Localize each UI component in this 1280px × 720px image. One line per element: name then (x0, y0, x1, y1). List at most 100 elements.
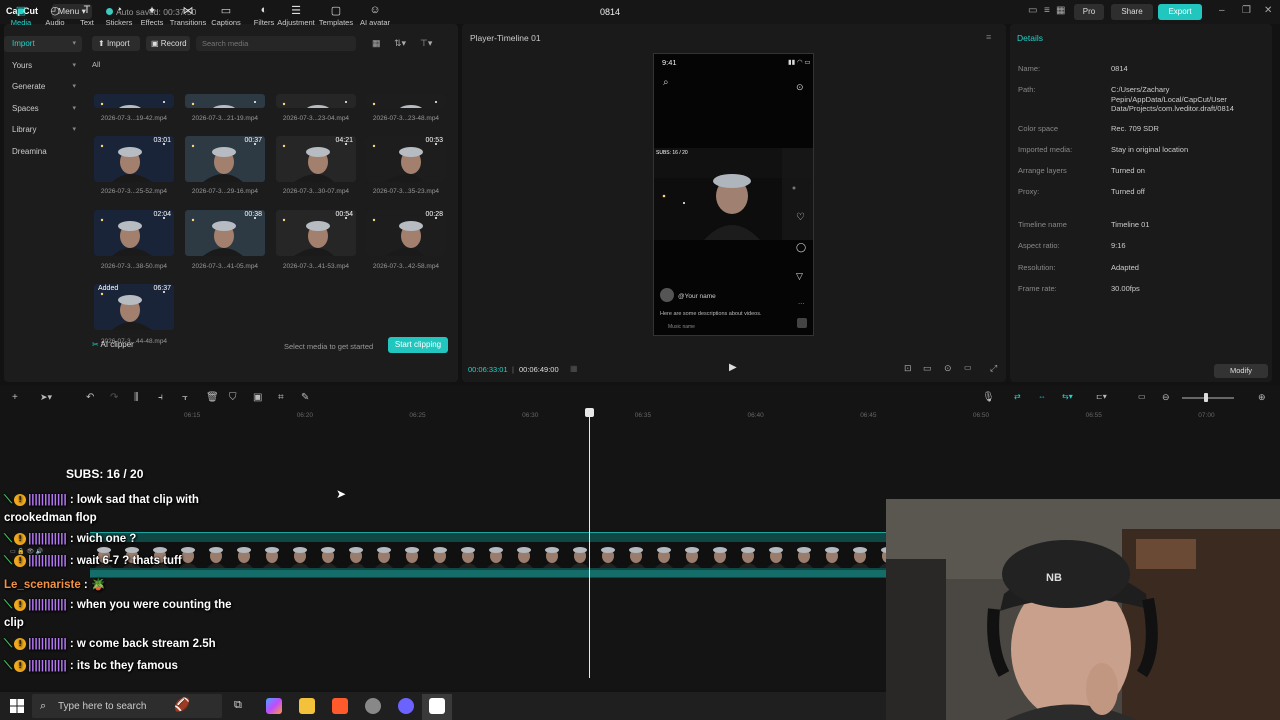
obs-icon[interactable] (365, 698, 381, 714)
player-menu-icon[interactable]: ≡ (986, 32, 991, 42)
tab-transitions[interactable]: ⋈ Transitions (168, 4, 208, 27)
start-clipping-button[interactable]: Start clipping (388, 337, 448, 353)
playhead-handle[interactable] (585, 408, 594, 417)
tab-media[interactable]: ▣ Media (4, 4, 38, 27)
split-left-icon[interactable]: ⫞ (158, 392, 163, 403)
split-icon[interactable]: ⫼ (134, 392, 139, 403)
nav-item-import[interactable]: Import ▾ (4, 36, 82, 52)
media-clip-thumbnail[interactable] (276, 94, 356, 108)
search-highlight-icon: 🏈 (174, 697, 191, 712)
task-view-icon[interactable]: ⧉ (234, 699, 242, 712)
media-clip-thumbnail[interactable]: 00:37 (185, 136, 265, 182)
undo-icon[interactable]: ↶ (86, 392, 94, 403)
fullscreen-icon[interactable]: ⤢ (990, 363, 997, 374)
track-controls[interactable]: ▭ 🔒 👁 🔊 (10, 548, 43, 555)
media-clip-thumbnail[interactable]: 02:04 (94, 210, 174, 256)
tab-captions[interactable]: ▭ Captions (206, 4, 246, 27)
media-clip-thumbnail[interactable]: 06:37 Added (94, 284, 174, 330)
emote-icon: 🪴 (90, 579, 106, 591)
layout-icon[interactable]: ▭ (1028, 5, 1037, 16)
windows-start-icon[interactable] (10, 699, 24, 713)
caption-icon[interactable]: ▭ (1138, 392, 1146, 401)
modify-button[interactable]: Modify (1214, 364, 1268, 378)
tab-label: Adjustment (277, 18, 315, 27)
tab-label: Effects (140, 18, 164, 27)
zoom-out-icon[interactable]: ⊖ (1162, 392, 1170, 403)
split-right-icon[interactable]: ⫟ (182, 392, 188, 403)
tab-audio[interactable]: ◴ Audio (38, 4, 72, 27)
crop-icon[interactable]: ⊡ (904, 363, 912, 374)
share-button[interactable]: Share (1111, 4, 1153, 20)
nav-item-spaces[interactable]: Spaces ▾ (4, 101, 82, 117)
nav-item-yours[interactable]: Yours ▾ (4, 58, 82, 74)
templates-icon: ▢ (330, 5, 342, 17)
search-media-input[interactable] (196, 36, 356, 51)
zoom-slider[interactable] (1182, 397, 1234, 399)
media-clip-thumbnail[interactable] (366, 94, 446, 108)
tab-adjustment[interactable]: ☰ Adjustment (276, 4, 316, 27)
grid-toggle-icon[interactable]: ▦ (570, 364, 578, 373)
add-track-icon[interactable]: + (12, 392, 18, 403)
image-icon[interactable]: ▣ (253, 392, 262, 403)
moderator-icon: ⟍ (4, 599, 13, 611)
shield-icon[interactable]: ⛉ (229, 392, 237, 403)
tab-label: Text (80, 18, 94, 27)
import-button[interactable]: ⬆ Import (92, 36, 140, 51)
tab-ai-avatar[interactable]: ☺ AI avatar (358, 4, 392, 27)
align-icon[interactable]: ⇆▾ (1062, 392, 1073, 401)
video-track-thumbnails[interactable] (90, 542, 886, 568)
clip-filename: 2026-07-3...38-50.mp4 (100, 263, 168, 270)
chevron-down-icon: ▾ (72, 40, 76, 47)
discord-icon[interactable] (398, 698, 414, 714)
export-button[interactable]: Export (1158, 4, 1202, 20)
playhead[interactable] (589, 410, 590, 678)
maximize-icon[interactable]: ❐ (1242, 5, 1251, 16)
magic-icon[interactable]: ✎ (301, 392, 309, 403)
crop-tool-icon[interactable]: ⌗ (278, 392, 284, 403)
screenshot-icon[interactable]: ⊙ (944, 363, 952, 374)
chat-text: : when you were counting the (66, 599, 232, 611)
quality-icon[interactable]: ▭ (923, 363, 932, 374)
zoom-slider-handle[interactable] (1204, 393, 1208, 402)
audio-waveform[interactable] (90, 570, 886, 577)
delete-icon[interactable]: 🗑 (206, 392, 219, 403)
snap-icon[interactable]: ⇔ (1038, 392, 1046, 401)
close-icon[interactable]: ✕ (1264, 5, 1272, 16)
tab-templates[interactable]: ▢ Templates (316, 4, 356, 27)
select-tool-icon[interactable]: ➤▾ (40, 392, 52, 403)
media-clip-thumbnail[interactable] (94, 94, 174, 108)
media-clip-thumbnail[interactable]: 00:53 (366, 136, 446, 182)
media-clip-thumbnail[interactable] (185, 94, 265, 108)
minimize-icon[interactable]: – (1219, 5, 1225, 16)
redo-icon[interactable]: ↷ (110, 392, 118, 403)
nav-item-generate[interactable]: Generate ▾ (4, 79, 82, 95)
pro-button[interactable]: Pro (1074, 4, 1104, 20)
zoom-in-icon[interactable]: ⊕ (1258, 392, 1266, 403)
mic-icon[interactable]: 🎙 (982, 392, 995, 403)
filter-icon[interactable]: ⊤▾ (420, 38, 432, 49)
ai-clipper-button[interactable]: ✂ AI clipper (92, 340, 134, 349)
sliders-icon[interactable]: ≡ (1044, 5, 1050, 16)
tab-stickers[interactable]: ◔ Stickers (102, 4, 136, 27)
media-clip-thumbnail[interactable]: 04:21 (276, 136, 356, 182)
sort-icon[interactable]: ⇅▾ (394, 38, 406, 49)
brave-browser-icon[interactable] (332, 698, 348, 714)
play-icon[interactable]: ▶ (729, 362, 737, 373)
record-button[interactable]: ▣ Record (146, 36, 190, 51)
media-clip-thumbnail[interactable]: 00:54 (276, 210, 356, 256)
media-clip-thumbnail[interactable]: 00:38 (185, 210, 265, 256)
preview-axis-icon[interactable]: ⊏▾ (1096, 392, 1107, 401)
file-explorer-icon[interactable] (299, 698, 315, 714)
media-clip-thumbnail[interactable]: 03:01 (94, 136, 174, 182)
media-clip-thumbnail[interactable]: 00:28 (366, 210, 446, 256)
copilot-icon[interactable] (266, 698, 282, 714)
grid-icon[interactable]: ▦ (1056, 5, 1065, 16)
nav-item-dreamina[interactable]: Dreamina (4, 144, 82, 160)
ratio-icon[interactable]: ▭ (964, 363, 972, 372)
view-grid-icon[interactable]: ▦ (372, 38, 381, 49)
link-icon[interactable]: ⇄ (1014, 392, 1021, 401)
tab-text[interactable]: T Text (70, 4, 104, 27)
tab-effects[interactable]: ✦ Effects (135, 4, 169, 27)
capcut-icon[interactable] (429, 698, 445, 714)
nav-item-library[interactable]: Library ▾ (4, 122, 82, 138)
